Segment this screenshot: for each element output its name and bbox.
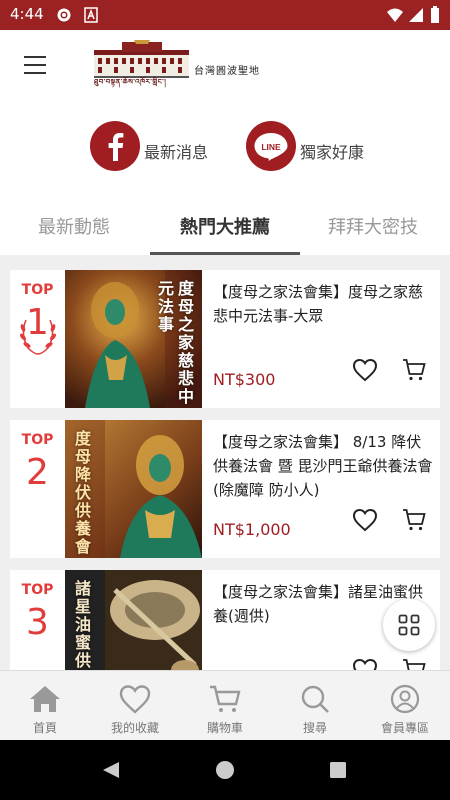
line-icon-text: LINE bbox=[261, 142, 281, 152]
facebook-label: 最新消息 bbox=[144, 143, 209, 162]
nav-member-label: 會員專區 bbox=[380, 721, 429, 735]
product-image-caption: 度母降伏供養會 bbox=[72, 430, 91, 556]
category-grid-button[interactable] bbox=[383, 599, 435, 651]
category-tabs: 最新動態 熱門大推薦 拜拜大密技 bbox=[0, 195, 450, 255]
add-to-cart-icon[interactable] bbox=[402, 358, 426, 382]
nav-search[interactable]: 搜尋 bbox=[270, 671, 360, 741]
app-screen: 4:44 台灣圓波聖地 ཐུབ་བསྟན་ཆོས་འཁོར་གླིང་། 最新消… bbox=[0, 0, 450, 800]
nav-cart[interactable]: 購物車 bbox=[180, 671, 270, 741]
signal-icon bbox=[409, 8, 423, 22]
nav-member[interactable]: 會員專區 bbox=[360, 671, 450, 741]
rank-badge: TOP 3 bbox=[10, 570, 65, 670]
status-time: 4:44 bbox=[10, 5, 44, 23]
add-to-cart-icon[interactable] bbox=[402, 508, 426, 532]
product-card[interactable]: TOP 1 度母之家慈悲中元法事 【度母之家法會集】度母之家慈悲中元法事-大眾 … bbox=[10, 270, 440, 408]
rank-label: TOP bbox=[21, 582, 54, 598]
product-image[interactable]: 諸星油蜜供養 bbox=[65, 570, 202, 670]
battery-icon bbox=[431, 6, 439, 23]
favorite-heart-icon[interactable] bbox=[352, 358, 378, 382]
product-image[interactable]: 度母之家慈悲中元法事 bbox=[65, 270, 202, 408]
tab-recommended[interactable]: 熱門大推薦 bbox=[180, 213, 270, 239]
logo-script: ཐུབ་བསྟན་ཆོས་འཁོར་གླིང་། bbox=[94, 78, 167, 86]
product-list[interactable]: TOP 1 度母之家慈悲中元法事 【度母之家法會集】度母之家慈悲中元法事-大眾 … bbox=[0, 255, 450, 670]
nav-cart-label: 購物車 bbox=[206, 721, 243, 735]
tab-worship-tips[interactable]: 拜拜大密技 bbox=[328, 213, 418, 239]
recents-icon[interactable] bbox=[329, 761, 347, 779]
nav-home-label: 首頁 bbox=[32, 721, 57, 735]
product-image-caption: 諸星油蜜供養 bbox=[72, 580, 91, 670]
bottom-navigation: 首頁 我的收藏 購物車 搜尋 會員專區 bbox=[0, 670, 450, 740]
product-card[interactable]: TOP 2 度母降伏供養會 【度母之家法會集】 8/13 降伏供養法會 暨 毘沙… bbox=[10, 420, 440, 558]
search-icon bbox=[301, 685, 329, 713]
home-icon bbox=[30, 686, 60, 712]
rank-label: TOP bbox=[21, 432, 54, 448]
product-image[interactable]: 度母降伏供養會 bbox=[65, 420, 202, 558]
rank-badge: TOP 2 bbox=[10, 420, 65, 558]
status-bar: 4:44 bbox=[0, 0, 450, 30]
product-price: NT$300 bbox=[213, 370, 276, 389]
nav-search-label: 搜尋 bbox=[302, 721, 327, 735]
laurel-icon bbox=[20, 319, 56, 355]
nav-home[interactable]: 首頁 bbox=[0, 671, 90, 741]
product-image-caption: 度母之家慈悲中元法事 bbox=[155, 280, 194, 406]
cart-icon bbox=[210, 685, 241, 712]
heart-icon bbox=[119, 685, 151, 714]
add-to-cart-icon[interactable] bbox=[402, 658, 426, 670]
rank-number: 3 bbox=[26, 602, 49, 643]
line-icon: LINE bbox=[246, 121, 296, 171]
rank-number: 2 bbox=[26, 452, 49, 493]
menu-icon[interactable] bbox=[24, 56, 46, 74]
logo-name: 台灣圓波聖地 bbox=[194, 66, 260, 77]
facebook-icon bbox=[90, 121, 140, 171]
nav-favorites[interactable]: 我的收藏 bbox=[90, 671, 180, 741]
product-title[interactable]: 【度母之家法會集】度母之家慈悲中元法事-大眾 bbox=[213, 280, 435, 328]
grid-icon bbox=[398, 614, 420, 636]
back-icon[interactable] bbox=[101, 760, 121, 780]
favorite-heart-icon[interactable] bbox=[352, 658, 378, 670]
facebook-news-button[interactable]: 最新消息 bbox=[90, 121, 208, 171]
line-label: 獨家好康 bbox=[300, 143, 365, 162]
favorite-heart-icon[interactable] bbox=[352, 508, 378, 532]
system-navigation-bar bbox=[0, 740, 450, 800]
user-icon bbox=[390, 684, 420, 714]
nav-favorites-label: 我的收藏 bbox=[110, 721, 159, 735]
product-price: NT$1,000 bbox=[213, 520, 291, 539]
font-icon bbox=[84, 7, 98, 23]
tab-latest[interactable]: 最新動態 bbox=[38, 213, 110, 239]
rank-label: TOP bbox=[21, 282, 54, 298]
line-deals-button[interactable]: LINE 獨家好康 bbox=[246, 121, 364, 171]
home-button-icon[interactable] bbox=[215, 760, 235, 780]
settings-icon bbox=[57, 8, 71, 22]
app-header: 台灣圓波聖地 ཐུབ་བསྟན་ཆོས་འཁོར་གླིང་། bbox=[0, 30, 450, 110]
product-card[interactable]: TOP 3 諸星油蜜供養 【度母之家法會集】諸星油蜜供養(週供) bbox=[10, 570, 440, 670]
wifi-icon bbox=[387, 8, 403, 22]
product-title[interactable]: 【度母之家法會集】 8/13 降伏供養法會 暨 毘沙門王爺供養法會 (除魔障 防… bbox=[213, 430, 435, 502]
